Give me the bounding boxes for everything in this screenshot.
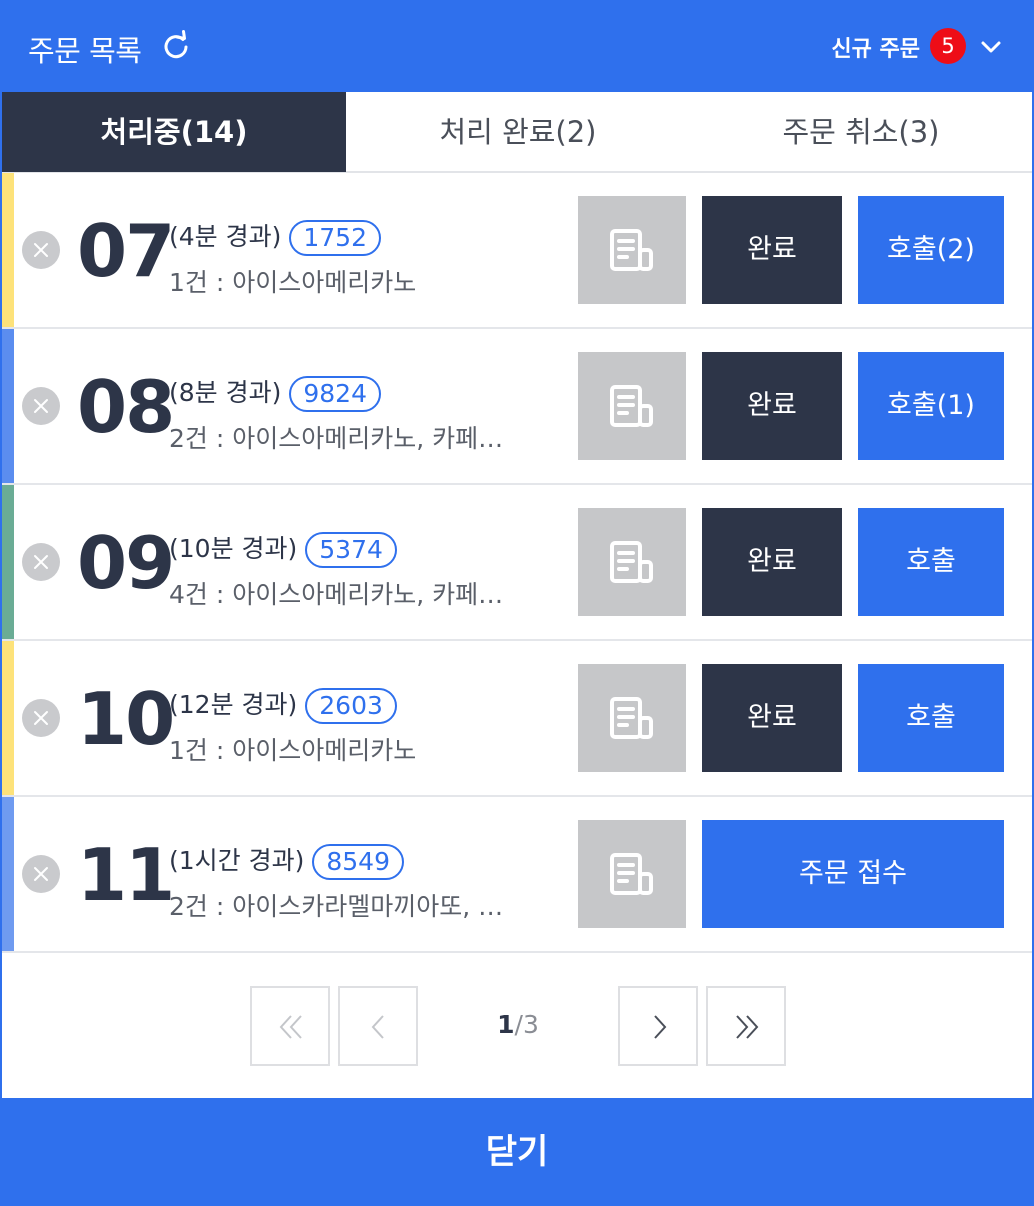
next-page-button[interactable] [618,986,698,1066]
call-button[interactable]: 호출 [858,664,1004,772]
elapsed-time: (8분 경과) [169,378,282,407]
receipt-button[interactable] [578,352,686,460]
total-pages: /3 [514,1010,539,1039]
order-elapsed: (8분 경과) 9824 [169,373,381,412]
cancel-order-button[interactable] [22,231,60,269]
order-status-stripe [2,329,14,483]
complete-button[interactable]: 완료 [702,664,842,772]
call-button[interactable]: 호출(2) [858,196,1004,304]
order-items-summary: 1건 : 아이스아메리카노 [169,268,417,297]
receipt-icon [610,697,653,739]
receipt-icon [610,385,653,427]
last-page-button[interactable] [706,986,786,1066]
close-icon [34,399,48,413]
order-number: 07 [77,209,175,293]
order-status-stripe [2,797,14,951]
order-row: 09 (10분 경과) 5374 4건 : 아이스아메리카노, 카페… 완료 호출 [2,485,1032,641]
elapsed-time: (1시간 경과) [169,846,305,875]
cancel-order-button[interactable] [22,699,60,737]
elapsed-time: (4분 경과) [169,222,282,251]
tab-cancelled[interactable]: 주문 취소(3) [690,92,1032,172]
order-number: 08 [77,365,175,449]
elapsed-time: (10분 경과) [169,534,298,563]
call-button[interactable]: 호출(1) [858,352,1004,460]
order-items-summary: 4건 : 아이스아메리카노, 카페… [169,580,504,609]
receipt-icon [610,229,653,271]
order-list-window: 주문 목록 신규 주문 5 처리중(14) 처리 완료(2) 주문 취소(3) … [0,0,1034,1206]
tab-completed[interactable]: 처리 완료(2) [346,92,690,172]
new-order-count-badge: 5 [930,28,966,64]
receipt-icon [610,853,653,895]
page-indicator: 1/3 [418,1010,618,1039]
order-code-badge: 8549 [312,844,404,880]
page-title: 주문 목록 [28,34,142,68]
complete-button[interactable]: 완료 [702,352,842,460]
cancel-order-button[interactable] [22,855,60,893]
order-elapsed: (12분 경과) 2603 [169,685,397,724]
call-button[interactable]: 호출 [858,508,1004,616]
order-elapsed: (1시간 경과) 8549 [169,841,404,880]
cancel-order-button[interactable] [22,387,60,425]
pagination: 1/3 [0,955,1034,1098]
header-bar: 주문 목록 신규 주문 5 [0,0,1034,92]
order-status-stripe [2,173,14,327]
first-page-button[interactable] [250,986,330,1066]
frame-border-left [0,92,2,1098]
receipt-button[interactable] [578,196,686,304]
current-page: 1 [497,1010,515,1039]
elapsed-time: (12분 경과) [169,690,298,719]
order-status-stripe [2,641,14,795]
refresh-icon[interactable] [159,30,193,64]
order-number: 09 [77,521,175,605]
new-order-label[interactable]: 신규 주문 [831,31,920,63]
double-chevron-right-icon [736,1015,759,1039]
receipt-button[interactable] [578,664,686,772]
order-number: 11 [77,833,175,917]
accept-order-button[interactable]: 주문 접수 [702,820,1004,928]
order-elapsed: (10분 경과) 5374 [169,529,397,568]
tab-in-progress[interactable]: 처리중(14) [2,92,346,172]
status-tabs: 처리중(14) 처리 완료(2) 주문 취소(3) [2,92,1032,173]
chevron-right-icon [654,1015,667,1039]
order-items-summary: 2건 : 아이스카라멜마끼아또, … [169,892,504,921]
order-items-summary: 1건 : 아이스아메리카노 [169,736,417,765]
order-code-badge: 5374 [305,532,397,568]
order-row: 08 (8분 경과) 9824 2건 : 아이스아메리카노, 카페… 완료 호출(… [2,329,1032,485]
order-row: 11 (1시간 경과) 8549 2건 : 아이스카라멜마끼아또, … 주문 접수 [2,797,1032,953]
complete-button[interactable]: 완료 [702,508,842,616]
order-row: 07 (4분 경과) 1752 1건 : 아이스아메리카노 완료 호출(2) [2,173,1032,329]
order-status-stripe [2,485,14,639]
order-number: 10 [77,677,175,761]
close-icon [34,711,48,725]
close-button[interactable]: 닫기 [0,1098,1034,1206]
chevron-down-icon[interactable] [978,34,1004,60]
receipt-button[interactable] [578,508,686,616]
order-items-summary: 2건 : 아이스아메리카노, 카페… [169,424,504,453]
close-icon [34,555,48,569]
close-icon [34,867,48,881]
order-code-badge: 9824 [289,376,381,412]
chevron-left-icon [371,1015,384,1039]
order-elapsed: (4분 경과) 1752 [169,217,381,256]
prev-page-button[interactable] [338,986,418,1066]
complete-button[interactable]: 완료 [702,196,842,304]
receipt-icon [610,541,653,583]
order-row: 10 (12분 경과) 2603 1건 : 아이스아메리카노 완료 호출 [2,641,1032,797]
order-code-badge: 1752 [289,220,381,256]
cancel-order-button[interactable] [22,543,60,581]
double-chevron-left-icon [279,1015,302,1039]
close-icon [34,243,48,257]
receipt-button[interactable] [578,820,686,928]
order-code-badge: 2603 [305,688,397,724]
